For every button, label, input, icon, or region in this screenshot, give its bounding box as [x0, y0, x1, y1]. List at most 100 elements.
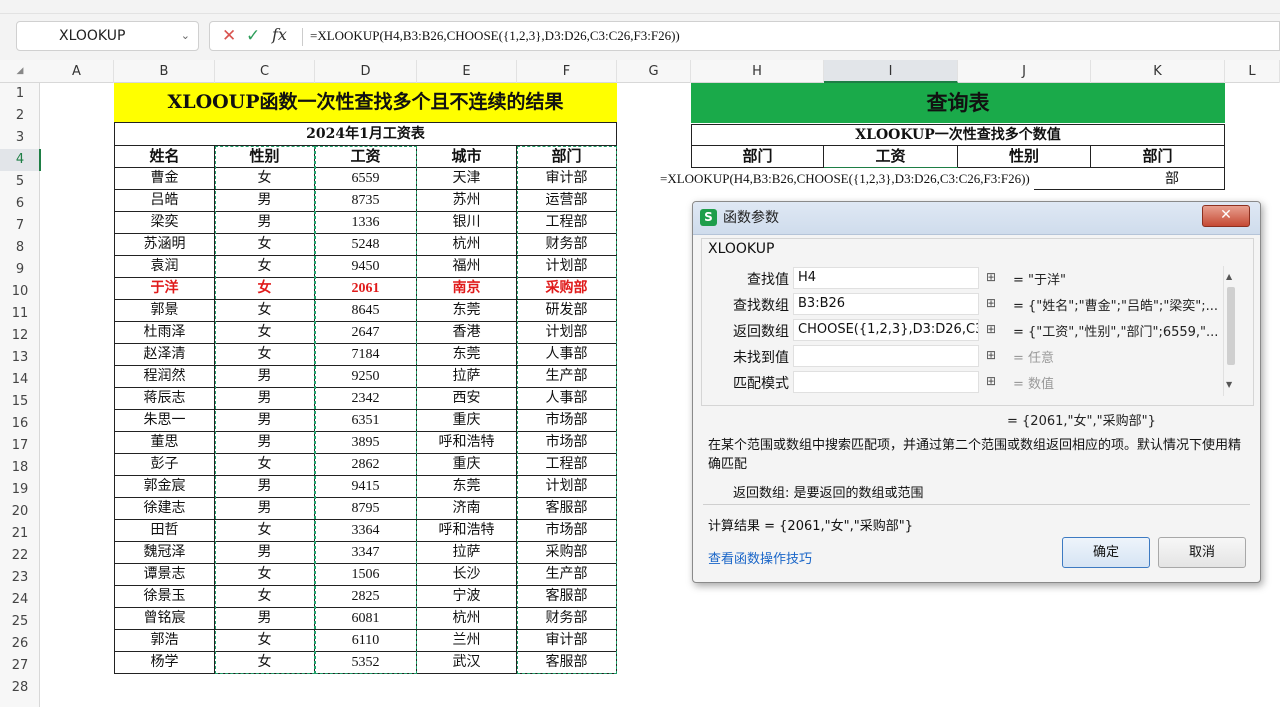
argument-input[interactable]: B3:B26 [793, 293, 979, 315]
argument-input[interactable] [793, 371, 979, 393]
row-header[interactable]: 3 [0, 127, 40, 149]
table-cell[interactable]: 男 [215, 476, 315, 498]
row-header[interactable]: 25 [0, 611, 40, 633]
column-header-k[interactable]: K [1091, 60, 1225, 83]
formula-input[interactable]: ✕ ✓ fx =XLOOKUP(H4,B3:B26,CHOOSE({1,2,3}… [209, 21, 1280, 51]
table-cell[interactable]: 于洋 [114, 278, 215, 300]
column-header-e[interactable]: E [417, 60, 517, 83]
column-header-c[interactable]: C [215, 60, 315, 83]
table-cell[interactable]: 女 [215, 278, 315, 300]
row-header[interactable]: 16 [0, 413, 40, 435]
query-column-title[interactable]: 部门 [1091, 146, 1225, 168]
table-cell[interactable]: 彭子 [114, 454, 215, 476]
table-cell[interactable]: 梁奕 [114, 212, 215, 234]
row-header[interactable]: 1 [0, 83, 40, 105]
table-cell[interactable]: 呼和浩特 [417, 432, 517, 454]
table-cell[interactable]: 女 [215, 630, 315, 652]
table-cell[interactable]: 计划部 [517, 476, 617, 498]
table-cell[interactable]: 计划部 [517, 256, 617, 278]
column-header-a[interactable]: A [40, 60, 114, 83]
formula-text[interactable]: =XLOOKUP(H4,B3:B26,CHOOSE({1,2,3},D3:D26… [310, 22, 680, 50]
table-cell[interactable]: 客服部 [517, 652, 617, 674]
column-title[interactable]: 城市 [417, 146, 517, 168]
table-cell[interactable]: 8645 [315, 300, 417, 322]
table-cell[interactable]: 1506 [315, 564, 417, 586]
row-header[interactable]: 12 [0, 325, 40, 347]
column-header-b[interactable]: B [114, 60, 215, 83]
table-cell[interactable]: 采购部 [517, 542, 617, 564]
table-cell[interactable]: 拉萨 [417, 542, 517, 564]
table-cell[interactable]: 9415 [315, 476, 417, 498]
table-cell[interactable]: 苏涵明 [114, 234, 215, 256]
table-cell[interactable]: 田哲 [114, 520, 215, 542]
table-cell[interactable]: 重庆 [417, 410, 517, 432]
row-header[interactable]: 20 [0, 501, 40, 523]
range-select-icon[interactable]: ⊞ [983, 373, 999, 389]
table-cell[interactable]: 市场部 [517, 432, 617, 454]
row-header[interactable]: 19 [0, 479, 40, 501]
row-header[interactable]: 14 [0, 369, 40, 391]
table-cell[interactable]: 拉萨 [417, 366, 517, 388]
argument-scrollbar[interactable]: ▲ ▼ [1223, 266, 1238, 396]
table-cell[interactable]: 8795 [315, 498, 417, 520]
table-cell[interactable]: 蒋辰志 [114, 388, 215, 410]
table-cell[interactable]: 男 [215, 410, 315, 432]
row-header[interactable]: 27 [0, 655, 40, 677]
table-cell[interactable]: 6351 [315, 410, 417, 432]
table-cell[interactable]: 2862 [315, 454, 417, 476]
active-cell-formula[interactable]: =XLOOKUP(H4,B3:B26,CHOOSE({1,2,3},D3:D26… [660, 168, 1034, 190]
column-header-j[interactable]: J [958, 60, 1091, 83]
row-header[interactable]: 10 [0, 281, 40, 303]
table-cell[interactable]: 徐建志 [114, 498, 215, 520]
table-cell[interactable]: 女 [215, 234, 315, 256]
table-cell[interactable]: 运营部 [517, 190, 617, 212]
table-cell[interactable]: 赵泽清 [114, 344, 215, 366]
row-header[interactable]: 6 [0, 193, 40, 215]
table-cell[interactable]: 审计部 [517, 168, 617, 190]
table-cell[interactable]: 客服部 [517, 586, 617, 608]
column-title[interactable]: 部门 [517, 146, 617, 168]
argument-input[interactable]: CHOOSE({1,2,3},D3:D26,C3: [793, 319, 979, 341]
table-cell[interactable]: 女 [215, 652, 315, 674]
insert-function-icon[interactable]: fx [272, 25, 287, 44]
table-cell[interactable]: 工程部 [517, 454, 617, 476]
table-cell[interactable]: 生产部 [517, 366, 617, 388]
table-cell[interactable]: 3347 [315, 542, 417, 564]
row-header[interactable]: 17 [0, 435, 40, 457]
row-header[interactable]: 7 [0, 215, 40, 237]
ok-button[interactable]: 确定 [1062, 537, 1150, 568]
table-cell[interactable]: 计划部 [517, 322, 617, 344]
table-cell[interactable]: 9250 [315, 366, 417, 388]
row-header[interactable]: 5 [0, 171, 40, 193]
table-cell[interactable]: 天津 [417, 168, 517, 190]
table-cell[interactable]: 宁波 [417, 586, 517, 608]
table-cell[interactable]: 女 [215, 564, 315, 586]
table-cell[interactable]: 董思 [114, 432, 215, 454]
table-cell[interactable]: 5352 [315, 652, 417, 674]
row-header[interactable]: 21 [0, 523, 40, 545]
range-select-icon[interactable]: ⊞ [983, 321, 999, 337]
table-cell[interactable]: 女 [215, 322, 315, 344]
table-cell[interactable]: 1336 [315, 212, 417, 234]
table-cell[interactable]: 武汉 [417, 652, 517, 674]
table-cell[interactable]: 审计部 [517, 630, 617, 652]
table-cell[interactable]: 2647 [315, 322, 417, 344]
table-cell[interactable]: 曾铭宸 [114, 608, 215, 630]
confirm-formula-icon[interactable]: ✓ [246, 26, 260, 46]
column-title[interactable]: 工资 [315, 146, 417, 168]
table-cell[interactable]: 男 [215, 498, 315, 520]
table-cell[interactable]: 西安 [417, 388, 517, 410]
row-header[interactable]: 2 [0, 105, 40, 127]
table-cell[interactable]: 生产部 [517, 564, 617, 586]
row-header[interactable]: 11 [0, 303, 40, 325]
table-cell[interactable]: 福州 [417, 256, 517, 278]
name-box[interactable]: XLOOKUP ⌄ [16, 21, 199, 51]
column-header-l[interactable]: L [1225, 60, 1280, 83]
range-select-icon[interactable]: ⊞ [983, 347, 999, 363]
table-cell[interactable]: 吕皓 [114, 190, 215, 212]
table-cell[interactable]: 2061 [315, 278, 417, 300]
column-header-h[interactable]: H [691, 60, 824, 83]
query-column-title[interactable]: 部门 [691, 146, 824, 168]
table-cell[interactable]: 男 [215, 366, 315, 388]
table-cell[interactable]: 男 [215, 190, 315, 212]
